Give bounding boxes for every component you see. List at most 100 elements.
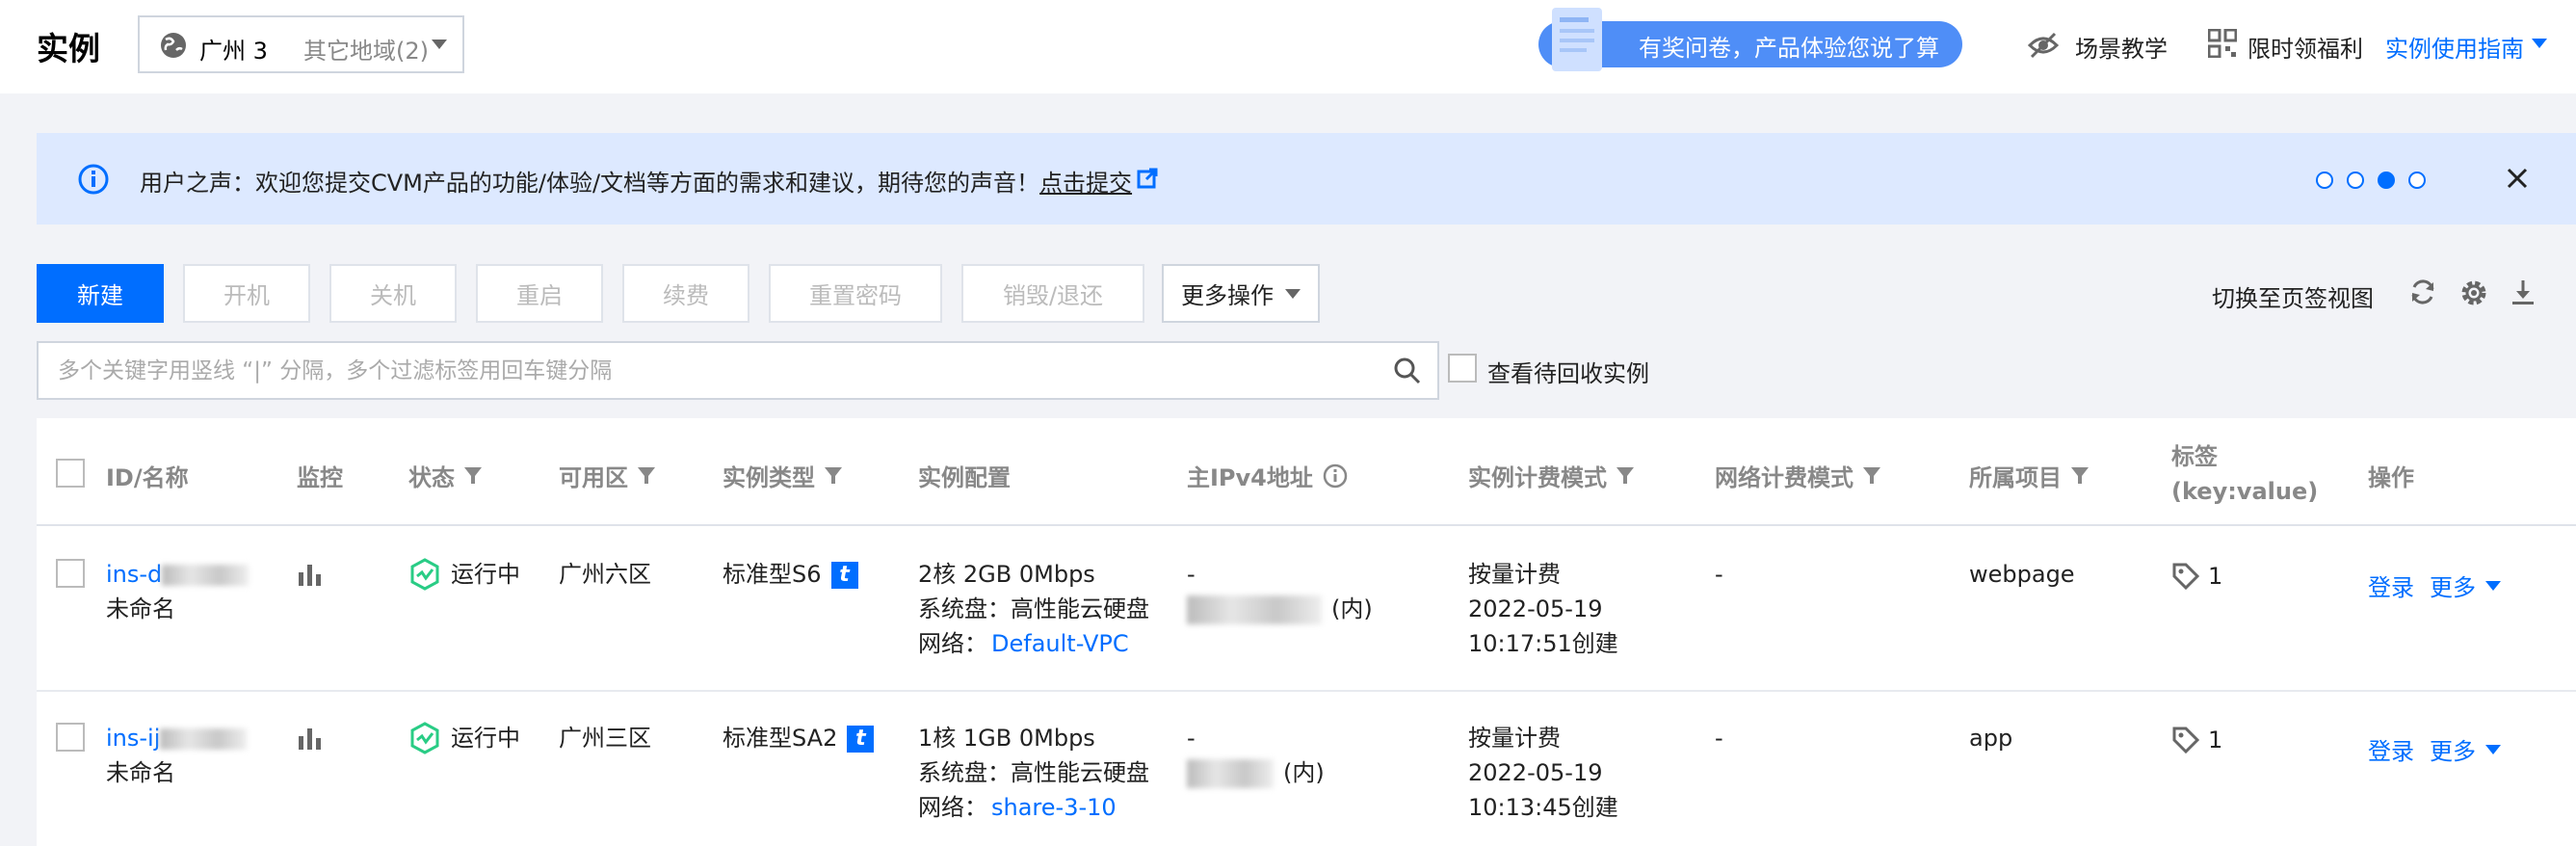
search-input[interactable] bbox=[58, 357, 1368, 385]
billing-mode: 按量计费 bbox=[1468, 725, 1561, 752]
filter-icon[interactable] bbox=[1863, 466, 1880, 485]
tag-cell[interactable]: 1 bbox=[2171, 723, 2222, 757]
col-billing[interactable]: 实例计费模式 bbox=[1468, 459, 1634, 492]
created-date: 2022-05-19 bbox=[1468, 759, 1603, 786]
vpc-link[interactable]: share-3-10 bbox=[991, 794, 1117, 821]
tag-icon bbox=[2172, 727, 2200, 754]
carousel-dots bbox=[2316, 172, 2426, 189]
redacted-ip bbox=[1187, 595, 1322, 624]
instance-type: 标准型SA2 t bbox=[723, 721, 875, 755]
billing-mode: 按量计费 bbox=[1468, 561, 1561, 588]
created-time: 10:13:45创建 bbox=[1468, 794, 1618, 821]
vpc-link[interactable]: Default-VPC bbox=[991, 630, 1129, 657]
carousel-dot[interactable] bbox=[2347, 172, 2364, 189]
restart-button[interactable]: 重启 bbox=[476, 264, 603, 323]
instance-id[interactable]: ins-ij bbox=[106, 725, 160, 752]
guide-link[interactable]: 实例使用指南 bbox=[2385, 30, 2524, 64]
table-row: ins-ij 未命名 运行中 广州三区 标准型SA2 t 1核 1GB 0Mbps… bbox=[37, 692, 2576, 846]
col-monitor-label: 监控 bbox=[297, 464, 343, 491]
info-icon[interactable] bbox=[1323, 463, 1348, 489]
more-actions-button[interactable]: 更多操作 bbox=[1162, 264, 1320, 323]
switch-tab-view-link[interactable]: 切换至页签视图 bbox=[2212, 279, 2374, 313]
filter-icon[interactable] bbox=[1617, 466, 1634, 485]
instance-type-text: 标准型SA2 bbox=[723, 725, 838, 752]
notice-text: 用户之声：欢迎您提交CVM产品的功能/体验/文档等方面的需求和建议，期待您的声音… bbox=[140, 164, 1132, 198]
ip-public: - bbox=[1187, 561, 1196, 588]
col-id-name: ID/名称 bbox=[106, 459, 189, 492]
scene-teaching-link[interactable]: 场景教学 bbox=[2075, 30, 2168, 64]
tag-icon bbox=[2172, 563, 2200, 591]
col-project-label: 所属项目 bbox=[1969, 464, 2062, 491]
more-link[interactable]: 更多 bbox=[2430, 568, 2476, 602]
filter-icon[interactable] bbox=[825, 466, 842, 485]
benefit-link[interactable]: 限时领福利 bbox=[2247, 30, 2363, 64]
carousel-dot[interactable] bbox=[2316, 172, 2333, 189]
new-button[interactable]: 新建 bbox=[37, 264, 164, 323]
renew-button[interactable]: 续费 bbox=[622, 264, 749, 323]
instance-type-text: 标准型S6 bbox=[723, 561, 822, 588]
monitor-chart-icon[interactable] bbox=[297, 725, 324, 752]
survey-banner[interactable]: 有奖问卷，产品体验您说了算 bbox=[1538, 8, 1962, 71]
notice-submit-link[interactable]: 点击提交 bbox=[1039, 170, 1132, 197]
chevron-down-icon[interactable] bbox=[2485, 744, 2501, 754]
tag-cell[interactable]: 1 bbox=[2171, 559, 2222, 594]
instance-name: 未命名 bbox=[106, 595, 175, 622]
col-billing-label: 实例计费模式 bbox=[1468, 464, 1607, 491]
col-project[interactable]: 所属项目 bbox=[1969, 459, 2089, 492]
tencent-t-icon: t bbox=[847, 726, 875, 753]
ip-private: (内) bbox=[1187, 755, 1325, 790]
chevron-down-icon[interactable] bbox=[2485, 580, 2501, 591]
login-link[interactable]: 登录 bbox=[2368, 568, 2414, 602]
row-checkbox[interactable] bbox=[56, 559, 85, 588]
instance-id-link[interactable]: ins-d bbox=[106, 557, 250, 592]
more-link[interactable]: 更多 bbox=[2430, 732, 2476, 766]
region-selector[interactable]: 广州 3 其它地域(2) bbox=[138, 15, 464, 73]
status-text: 运行中 bbox=[451, 561, 520, 588]
filter-icon[interactable] bbox=[638, 466, 655, 485]
recycle-checkbox[interactable] bbox=[1448, 354, 1477, 383]
instance-type: 标准型S6 t bbox=[723, 557, 858, 592]
row-ops: 登录 更多 bbox=[2368, 732, 2501, 766]
start-button[interactable]: 开机 bbox=[183, 264, 310, 323]
external-link-icon[interactable] bbox=[1137, 168, 1158, 189]
gear-icon[interactable] bbox=[2458, 278, 2489, 308]
row-checkbox[interactable] bbox=[56, 723, 85, 752]
instance-id[interactable]: ins-d bbox=[106, 561, 162, 588]
destroy-button[interactable]: 销毁/退还 bbox=[961, 264, 1144, 323]
col-config-label: 实例配置 bbox=[918, 464, 1011, 491]
select-all-checkbox[interactable] bbox=[56, 459, 85, 488]
carousel-dot-active[interactable] bbox=[2378, 172, 2395, 189]
close-icon[interactable] bbox=[2506, 167, 2529, 190]
tag-count: 1 bbox=[2208, 563, 2223, 590]
col-monitor: 监控 bbox=[297, 459, 343, 492]
stop-button[interactable]: 关机 bbox=[329, 264, 457, 323]
col-net-billing[interactable]: 网络计费模式 bbox=[1715, 459, 1880, 492]
globe-icon bbox=[159, 31, 188, 60]
running-icon bbox=[410, 558, 439, 591]
carousel-dot[interactable] bbox=[2408, 172, 2426, 189]
zone-text: 广州三区 bbox=[559, 725, 651, 752]
search-icon[interactable] bbox=[1393, 357, 1422, 385]
monitor-chart-icon[interactable] bbox=[297, 561, 324, 588]
col-status[interactable]: 状态 bbox=[408, 459, 482, 492]
col-instance-type[interactable]: 实例类型 bbox=[723, 459, 842, 492]
redacted-ip bbox=[1187, 759, 1274, 788]
network-line: 网络： share-3-10 bbox=[918, 790, 1117, 825]
created-date: 2022-05-19 bbox=[1468, 595, 1603, 622]
download-icon[interactable] bbox=[2509, 278, 2537, 306]
login-link[interactable]: 登录 bbox=[2368, 732, 2414, 766]
region-others: 其它地域(2) bbox=[303, 38, 429, 65]
col-zone[interactable]: 可用区 bbox=[559, 459, 655, 492]
recycle-label: 查看待回收实例 bbox=[1487, 360, 1649, 387]
filter-icon[interactable] bbox=[464, 466, 482, 485]
more-actions-label: 更多操作 bbox=[1181, 282, 1274, 309]
filter-icon[interactable] bbox=[2071, 466, 2089, 485]
project-name: webpage bbox=[1969, 561, 2075, 588]
page-title: 实例 bbox=[37, 30, 100, 67]
refresh-icon[interactable] bbox=[2408, 278, 2437, 306]
reset-password-button[interactable]: 重置密码 bbox=[769, 264, 942, 323]
col-id-name-label: ID/名称 bbox=[106, 464, 189, 491]
region-current: 广州 3 bbox=[199, 38, 268, 65]
instance-id-link[interactable]: ins-ij bbox=[106, 721, 248, 755]
ip-private-suffix: (内) bbox=[1283, 759, 1325, 786]
